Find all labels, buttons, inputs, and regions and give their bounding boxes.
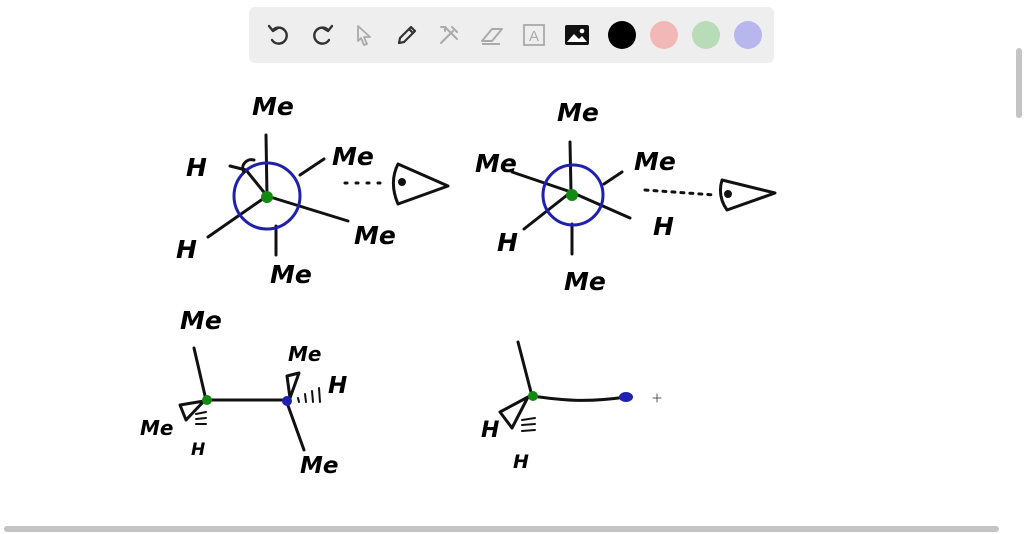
- label-h: H: [191, 440, 205, 460]
- wedge-dash-structure-2: [498, 340, 628, 432]
- carbon-dot-green-2: [528, 391, 538, 401]
- label-h: H: [186, 153, 207, 182]
- label-h: H: [513, 451, 529, 473]
- label-h: H: [653, 212, 674, 241]
- label-me: Me: [140, 416, 173, 440]
- label-me: Me: [252, 92, 294, 121]
- label-me: Me: [180, 306, 222, 335]
- newman-projection-1: [206, 133, 350, 257]
- carbon-dot-blue-1: [282, 396, 292, 406]
- label-h: H: [497, 228, 518, 257]
- eye-viewpoint-2: [643, 178, 777, 212]
- label-me: Me: [288, 342, 321, 366]
- label-me: Me: [270, 260, 312, 289]
- carbon-dot-green-1: [202, 395, 212, 405]
- label-h: H: [328, 373, 347, 399]
- label-h: H: [481, 418, 499, 443]
- whiteboard-canvas[interactable]: Me H Me Me H Me Me Me Me H H Me Me Me H …: [0, 0, 1024, 534]
- label-me: Me: [332, 142, 374, 171]
- carbon-dot-blue-2: [619, 392, 633, 402]
- label-h: H: [176, 235, 197, 264]
- label-me: Me: [300, 453, 339, 479]
- label-me: Me: [634, 147, 676, 176]
- label-me: Me: [354, 221, 396, 250]
- cursor-crosshair-icon: [652, 393, 662, 403]
- label-me: Me: [564, 267, 606, 296]
- label-me: Me: [557, 98, 599, 127]
- label-me: Me: [475, 149, 517, 178]
- front-carbon-dot-2: [566, 189, 578, 201]
- front-carbon-dot-1: [261, 191, 273, 203]
- handwritten-labels: Me H Me Me H Me Me Me Me H H Me Me Me H …: [140, 92, 676, 479]
